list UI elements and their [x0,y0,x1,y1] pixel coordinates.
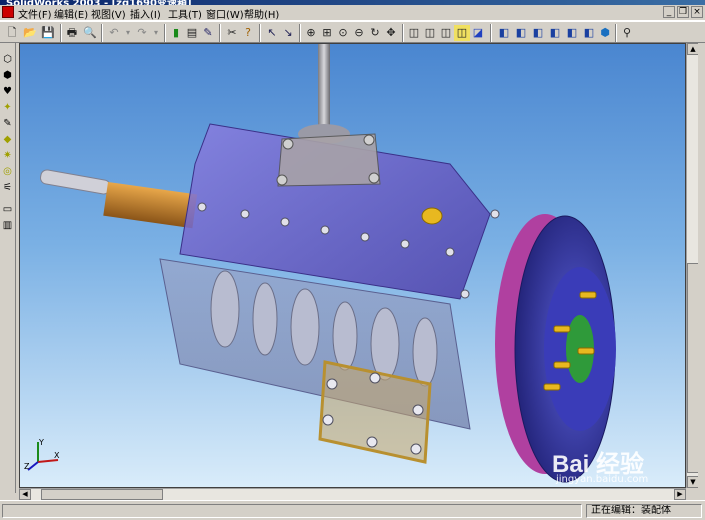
chamfer-icon[interactable]: ✎ [1,117,14,130]
menu-file[interactable]: 文件(F) [16,6,54,21]
view-front-icon[interactable]: ◧ [496,25,512,41]
z-axis-line [27,461,39,471]
new-icon[interactable]: 🗋 [4,25,20,41]
open-icon[interactable]: 📂 [22,25,38,41]
input-shaft-tip[interactable] [40,169,111,195]
minimize-icon[interactable]: _ [663,6,675,18]
menu-edit[interactable]: 编辑(E) [52,6,90,21]
menu-window[interactable]: 窗口(W) [204,6,246,21]
scroll-left-icon[interactable]: ◀ [19,489,31,500]
pattern-icon[interactable]: ✷ [1,149,14,162]
toolbar-separator [60,24,62,42]
x-axis-line [37,459,59,463]
breather-plug [421,207,443,225]
scroll-right-icon[interactable]: ▶ [674,489,686,500]
menu-bar: 文件(F) 编辑(E) 视图(V) 插入(I) 工具(T) 窗口(W) 帮助(H… [0,5,705,21]
options-icon[interactable]: ▤ [184,25,200,41]
horizontal-scrollbar[interactable]: ◀ ▶ [19,488,686,500]
shifter-bolt [276,174,288,186]
revolve-icon[interactable]: ⬢ [1,69,14,82]
x-axis-label: X [54,451,60,460]
input-shaft[interactable] [103,182,198,229]
shift-lever[interactable] [318,44,330,129]
shifter-bolt [282,138,294,150]
coordinate-triad: Y X Z [24,436,64,476]
shaded-icon[interactable]: ◪ [470,25,486,41]
draft-icon[interactable]: ▭ [1,203,14,216]
extrude-icon[interactable]: ⬡ [1,53,14,66]
pan-icon[interactable]: ✥ [383,25,399,41]
print-icon[interactable]: 🖶 [64,25,80,41]
restore-icon[interactable]: ❐ [677,6,689,18]
y-axis-label: Y [38,438,44,447]
shaded-edges-icon[interactable]: ◫ [454,25,470,41]
right-edge-panel [698,43,705,488]
menu-tools[interactable]: 工具(T) [166,6,204,21]
rotate-icon[interactable]: ↻ [367,25,383,41]
view-bottom-icon[interactable]: ◧ [581,25,597,41]
normal-to-icon[interactable]: ⚲ [619,25,635,41]
toolbar-separator [402,24,404,42]
zoom-in-out-icon[interactable]: ⊙ [335,25,351,41]
hidden-removed-icon[interactable]: ◫ [438,25,454,41]
toolbar-separator [219,24,221,42]
rib-icon[interactable]: ⚟ [1,181,14,194]
watermark: Bai 经验 jingyan.baidu.com [540,440,685,487]
toolbar-separator [164,24,166,42]
status-bar: 正在编辑：装配体 [0,500,705,520]
sweep-icon[interactable]: ♥ [1,85,14,98]
window-controls: _ ❐ × [663,6,703,18]
shifter-bolt [368,172,380,184]
toolbar-separator [299,24,301,42]
sketch-icon[interactable]: ✂ [224,25,240,41]
z-axis-label: Z [24,462,30,471]
close-icon[interactable]: × [691,6,703,18]
vertical-scrollbar[interactable]: ▲ ▼ [686,43,699,488]
menu-view[interactable]: 视图(V) [89,6,128,21]
rebuild-icon[interactable]: ▮ [168,25,184,41]
mirror-icon[interactable]: ◎ [1,165,14,178]
zoom-selection-icon[interactable]: ⊖ [351,25,367,41]
help-icon[interactable]: ? [240,25,256,41]
menu-help[interactable]: 帮助(H) [242,6,281,21]
hidden-lines-icon[interactable]: ◫ [422,25,438,41]
smart-dimension-icon[interactable]: ↘ [280,25,296,41]
view-left-icon[interactable]: ◧ [530,25,546,41]
shell-icon[interactable]: ◆ [1,133,14,146]
view-back-icon[interactable]: ◧ [513,25,529,41]
feature-toolbar: ⬡ ⬢ ♥ ✦ ✎ ◆ ✷ ◎ ⚟ ▭ ▥ [0,43,16,493]
toolbar-separator [259,24,261,42]
app-icon[interactable] [2,6,14,18]
toolbar-separator [101,24,103,42]
view-top-icon[interactable]: ◧ [564,25,580,41]
view-right-icon[interactable]: ◧ [547,25,563,41]
fillet-icon[interactable]: ✦ [1,101,14,114]
select-icon[interactable]: ✎ [200,25,216,41]
graphics-viewport[interactable]: Y X Z Bai 经验 jingyan.baidu.com [19,43,686,488]
pointer-icon[interactable]: ↖ [264,25,280,41]
view-iso-icon[interactable]: ⬢ [597,25,613,41]
save-icon[interactable]: 💾 [40,25,56,41]
toolbar-separator [490,24,492,42]
wireframe-icon[interactable]: ◫ [406,25,422,41]
hole-icon[interactable]: ▥ [1,219,14,232]
print-preview-icon[interactable]: 🔍 [82,25,98,41]
redo-dropdown-icon[interactable]: ▾ [148,25,164,41]
zoom-window-icon[interactable]: ⊞ [319,25,335,41]
watermark-site: jingyan.baidu.com [556,474,649,485]
toolbar-separator [615,24,617,42]
standard-toolbar: 🗋 📂 💾 🖶 🔍 ↶ ▾ ↷ ▾ ▮ ▤ ✎ ✂ ? ↖ ↘ ⊕ ⊞ ⊙ ⊖ … [0,21,705,43]
status-edit-mode: 正在编辑：装配体 [586,504,702,518]
zoom-fit-icon[interactable]: ⊕ [303,25,319,41]
status-message [2,504,582,518]
horizontal-scroll-thumb[interactable] [41,489,163,500]
gearbox-model[interactable] [20,44,686,488]
menu-insert[interactable]: 插入(I) [128,6,163,21]
shifter-bolt [363,134,375,146]
